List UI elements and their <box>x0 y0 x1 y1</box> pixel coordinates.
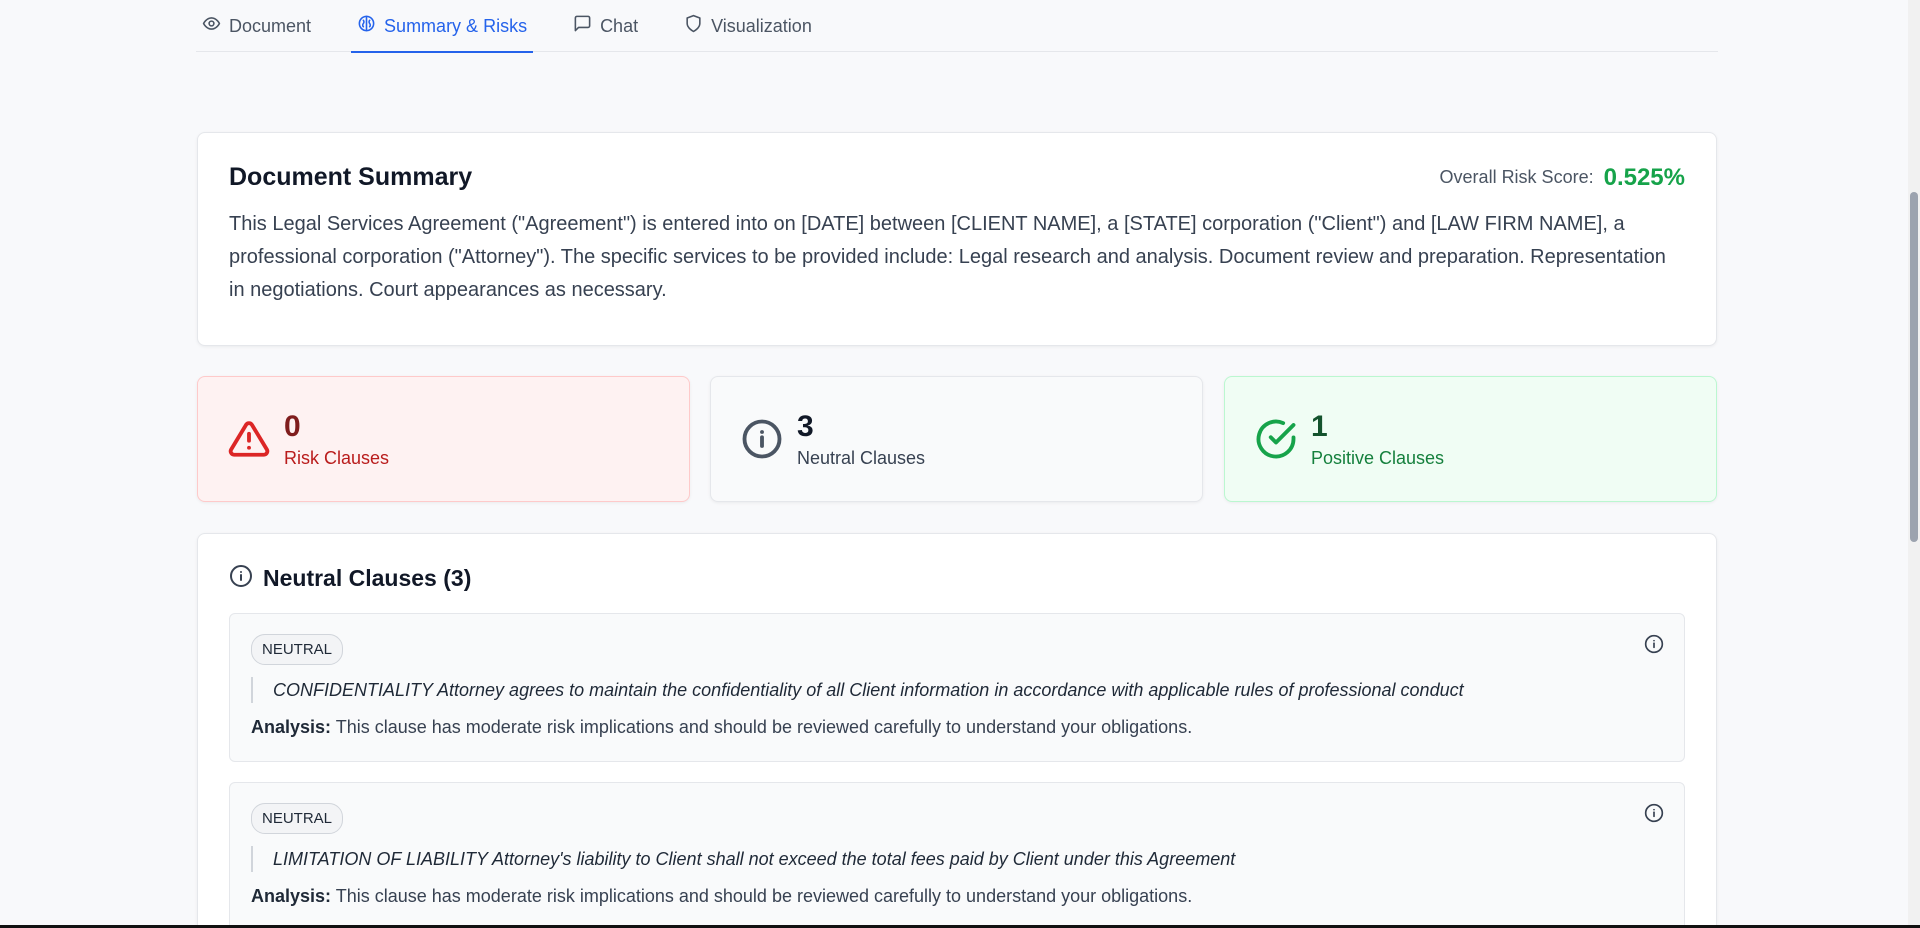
scrollbar-thumb[interactable] <box>1910 192 1918 542</box>
neutral-section-title: Neutral Clauses (3) <box>263 565 472 591</box>
summary-text: This Legal Services Agreement ("Agreemen… <box>229 213 1666 301</box>
neutral-section-header: Neutral Clauses (3) <box>229 564 1685 593</box>
clause-text: LIMITATION OF LIABILITY Attorney's liabi… <box>251 846 1663 872</box>
clause-analysis: Analysis: This clause has moderate risk … <box>251 886 1663 907</box>
eye-icon <box>202 14 221 38</box>
shield-icon <box>684 14 703 38</box>
clause-item: NEUTRAL LIMITATION OF LIABILITY Attorney… <box>229 782 1685 928</box>
clause-item: NEUTRAL CONFIDENTIALITY Attorney agrees … <box>229 613 1685 762</box>
tab-visualization-label: Visualization <box>711 15 812 36</box>
overall-risk-score: Overall Risk Score: 0.525% <box>1440 164 1685 192</box>
info-icon <box>229 564 253 593</box>
check-circle-icon <box>1255 418 1297 460</box>
risk-score-label: Overall Risk Score: <box>1439 167 1594 187</box>
info-icon[interactable] <box>1644 803 1664 823</box>
tab-chat-label: Chat <box>600 15 639 36</box>
positive-clauses-card[interactable]: 1 Positive Clauses <box>1224 376 1717 502</box>
alert-triangle-icon <box>228 418 270 460</box>
clause-analysis: Analysis: This clause has moderate risk … <box>251 717 1663 738</box>
tab-bar: Document Summary & Risks Chat Visualizat… <box>196 0 1718 53</box>
brain-icon <box>357 14 376 38</box>
document-summary-card: Document Summary Overall Risk Score: 0.5… <box>197 132 1717 346</box>
tab-document-label: Document <box>229 15 312 36</box>
analysis-label: Analysis: <box>251 717 332 737</box>
neutral-clauses-count: 3 <box>797 409 814 443</box>
risk-score-value: 0.525% <box>1603 163 1685 191</box>
positive-clauses-count: 1 <box>1311 409 1328 443</box>
clause-text: CONFIDENTIALITY Attorney agrees to maint… <box>251 677 1663 703</box>
tab-summary-risks-label: Summary & Risks <box>384 15 528 36</box>
vertical-scrollbar[interactable] <box>1908 0 1920 928</box>
clause-badge: NEUTRAL <box>251 634 344 665</box>
analysis-text: This clause has moderate risk implicatio… <box>335 886 1193 906</box>
summary-title: Document Summary <box>229 163 473 191</box>
risk-clauses-label: Risk Clauses <box>284 447 390 468</box>
neutral-clauses-section: Neutral Clauses (3) NEUTRAL CONFIDENTIAL… <box>197 533 1717 928</box>
neutral-clauses-label: Neutral Clauses <box>797 447 926 468</box>
message-square-icon <box>573 14 592 38</box>
tab-document[interactable]: Document <box>196 0 317 52</box>
analysis-text: This clause has moderate risk implicatio… <box>335 717 1193 737</box>
neutral-clauses-card[interactable]: 3 Neutral Clauses <box>710 376 1203 502</box>
positive-clauses-label: Positive Clauses <box>1311 447 1445 468</box>
risk-clauses-card[interactable]: 0 Risk Clauses <box>197 376 690 502</box>
summary-header: Document Summary Overall Risk Score: 0.5… <box>229 163 1685 192</box>
app-frame: Document Summary & Risks Chat Visualizat… <box>0 0 1920 928</box>
risk-clauses-count: 0 <box>284 409 301 443</box>
info-icon <box>741 418 783 460</box>
analysis-label: Analysis: <box>251 886 332 906</box>
info-icon[interactable] <box>1644 634 1664 654</box>
tab-chat[interactable]: Chat <box>567 0 644 52</box>
tab-summary-risks[interactable]: Summary & Risks <box>351 0 534 53</box>
tab-visualization[interactable]: Visualization <box>678 0 818 52</box>
clause-badge: NEUTRAL <box>251 803 344 834</box>
